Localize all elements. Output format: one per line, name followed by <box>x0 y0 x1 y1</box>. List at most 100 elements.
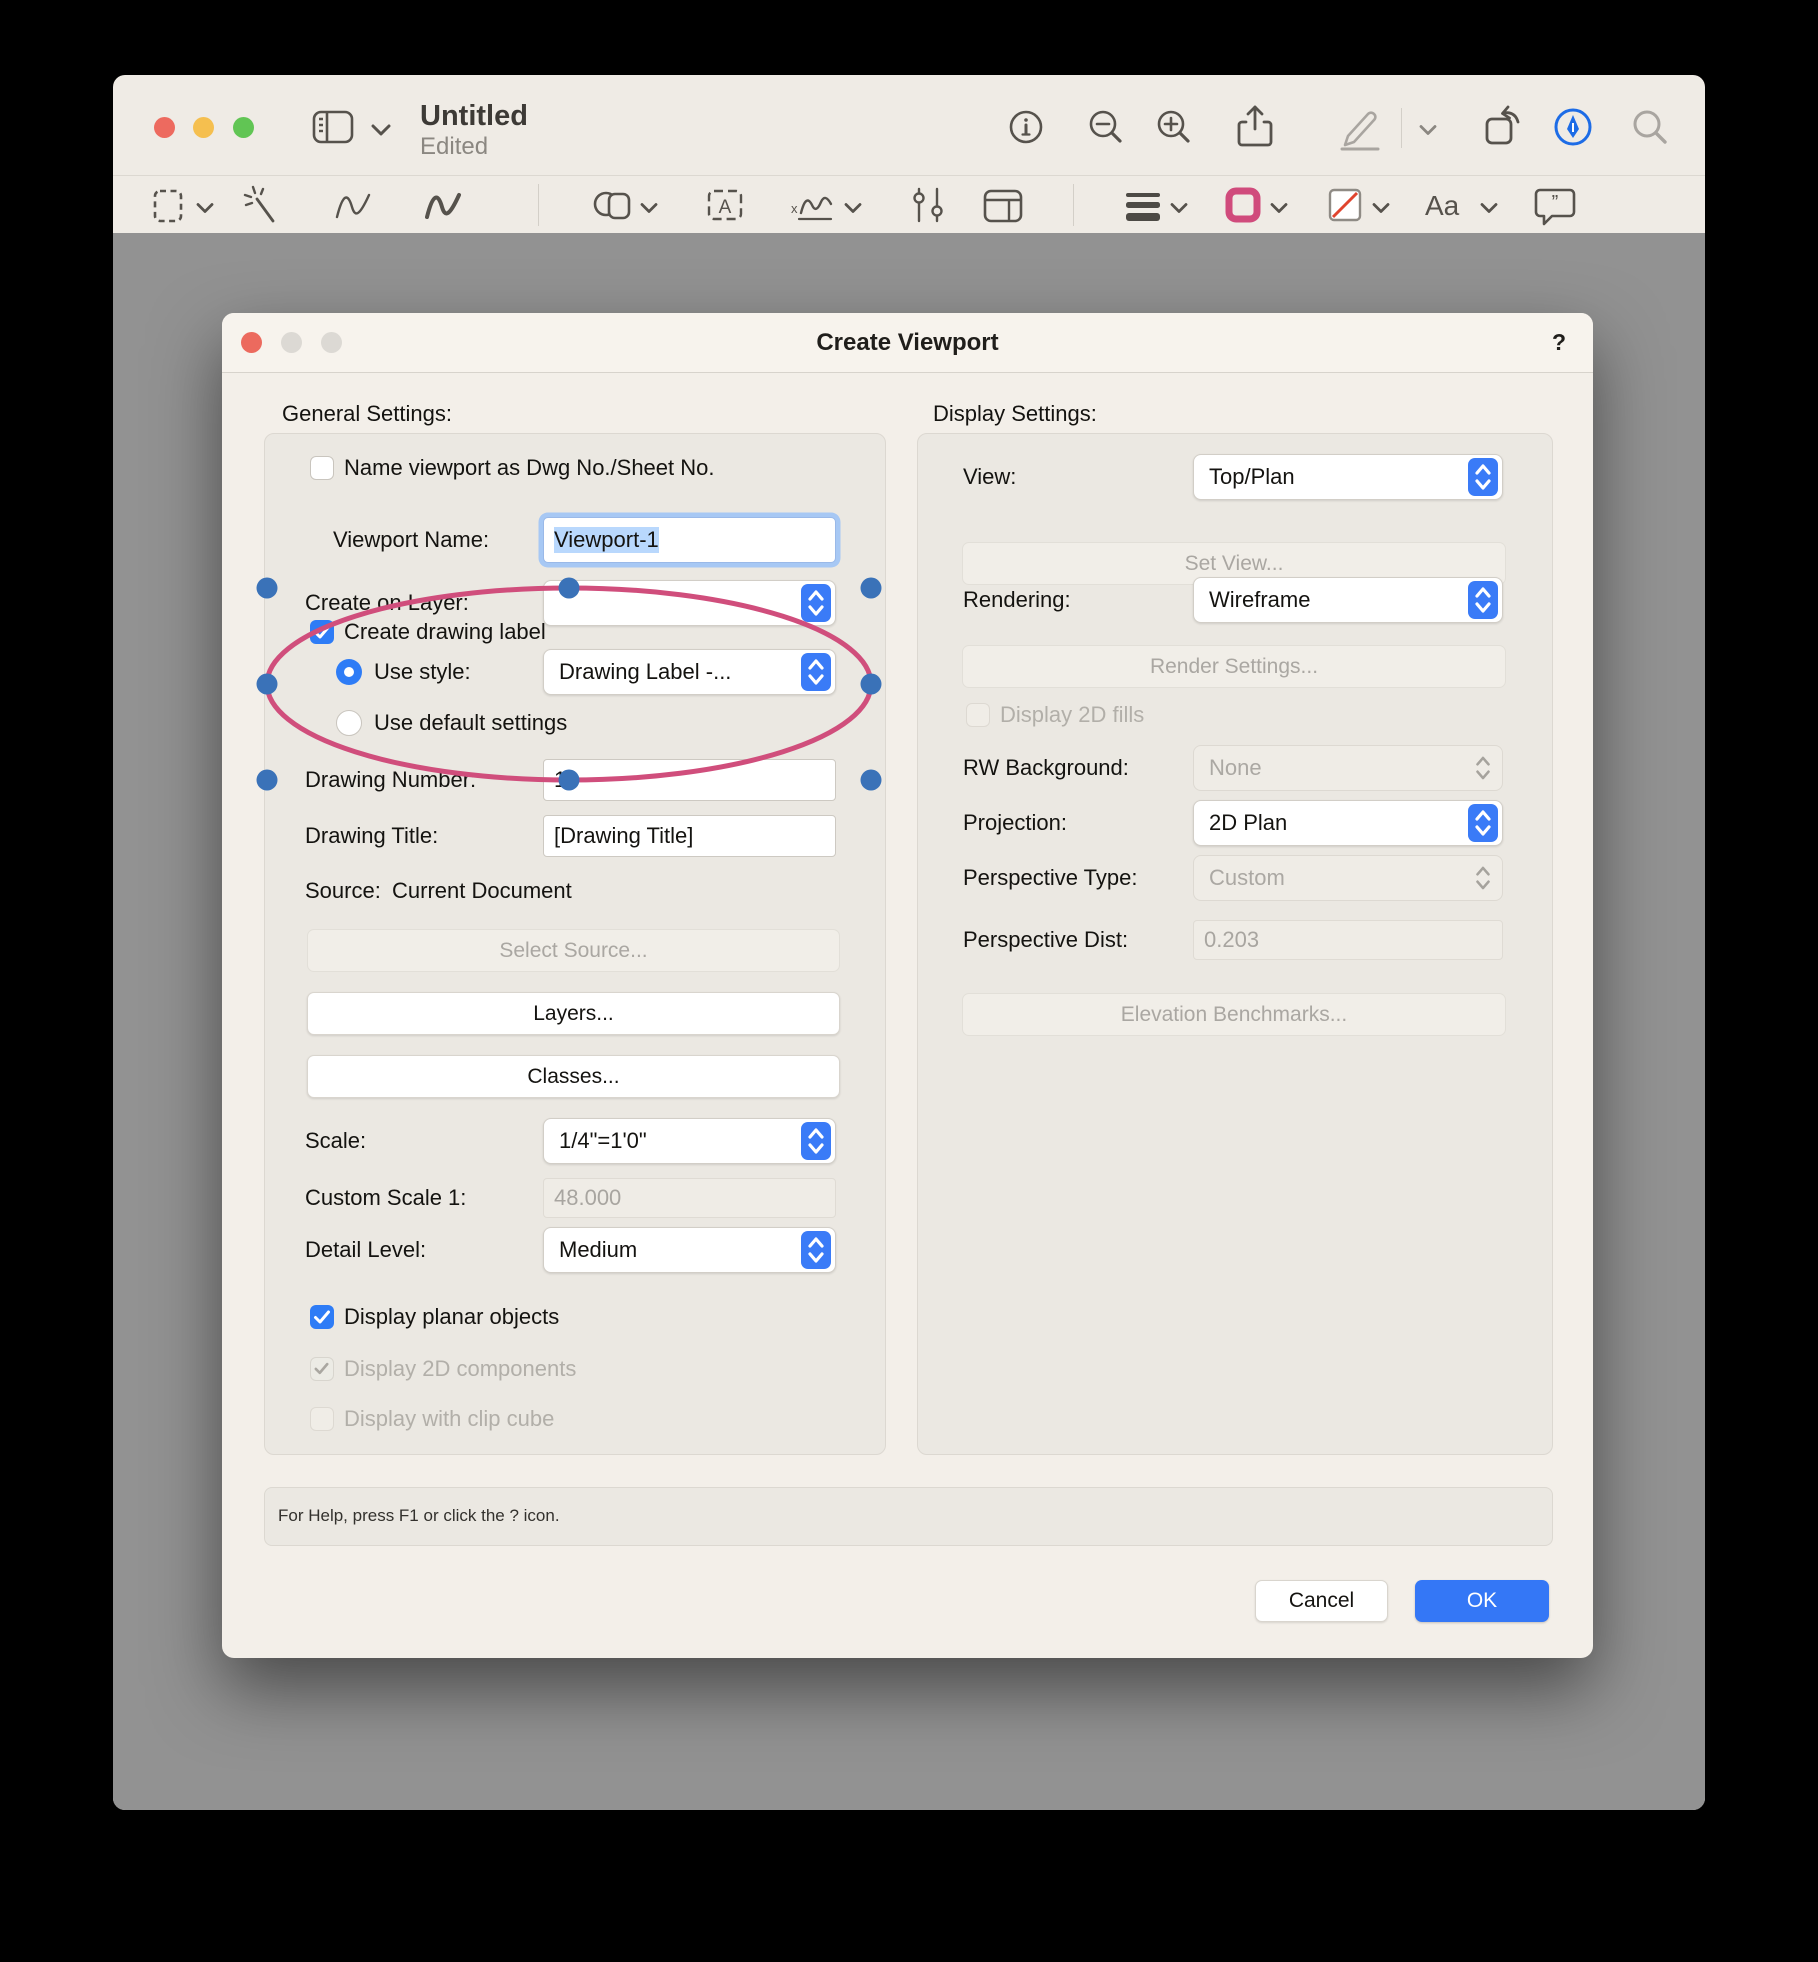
zoom-out-icon[interactable] <box>1084 105 1128 149</box>
view-popup[interactable]: Top/Plan <box>1193 454 1503 500</box>
line-weight-icon[interactable] <box>1120 183 1166 227</box>
dialog-titlebar: Create Viewport ? <box>222 313 1593 373</box>
shapes-icon[interactable] <box>589 183 637 227</box>
chevron-down-icon[interactable] <box>639 202 659 215</box>
viewport-name-input[interactable]: Viewport-1 <box>543 517 836 563</box>
toolbar-divider <box>1401 108 1402 148</box>
popup-value: 1/4"=1'0" <box>559 1128 647 1153</box>
use-style-label: Use style: <box>374 659 471 684</box>
maximize-button[interactable] <box>233 117 254 138</box>
display-planar-label: Display planar objects <box>344 1304 560 1329</box>
signature-icon[interactable]: x <box>785 183 841 227</box>
note-icon[interactable]: ” <box>1532 182 1578 228</box>
popup-value: Drawing Label -... <box>559 659 732 684</box>
popup-value: None <box>1209 755 1262 780</box>
search-icon[interactable] <box>1628 105 1672 149</box>
perspective-type-popup: Custom <box>1193 855 1503 901</box>
general-settings-header: General Settings: <box>282 401 452 426</box>
smart-lasso-icon[interactable] <box>241 183 285 227</box>
window-subtitle: Edited <box>420 133 489 160</box>
display-planar-checkbox[interactable] <box>310 1305 334 1329</box>
chevron-down-icon[interactable] <box>1269 202 1289 215</box>
detail-level-popup[interactable]: Medium <box>543 1227 836 1273</box>
markup-pen-icon[interactable] <box>1549 103 1597 151</box>
display-clip-cube-label: Display with clip cube <box>344 1406 555 1431</box>
chevron-down-icon[interactable] <box>1479 202 1499 215</box>
custom-scale-label: Custom Scale 1: <box>305 1185 467 1210</box>
render-settings-button[interactable]: Render Settings... <box>962 645 1506 688</box>
use-style-radio[interactable] <box>336 659 362 685</box>
ok-button[interactable]: OK <box>1415 1580 1549 1622</box>
popup-value: Custom <box>1209 865 1285 890</box>
projection-label: Projection: <box>963 810 1067 835</box>
use-default-radio[interactable] <box>336 710 362 736</box>
minimize-button[interactable] <box>193 117 214 138</box>
chevron-down-icon[interactable] <box>1169 202 1189 215</box>
drawing-title-input[interactable]: [Drawing Title] <box>543 815 836 857</box>
selection-icon[interactable] <box>149 183 189 227</box>
display-settings-header: Display Settings: <box>933 401 1097 426</box>
classes-button[interactable]: Classes... <box>307 1055 840 1098</box>
svg-text:”: ” <box>1552 192 1559 214</box>
dialog-help-button[interactable]: ? <box>1552 329 1566 356</box>
create-drawing-label-checkbox[interactable] <box>310 620 334 644</box>
window-titlebar: Untitled Edited <box>113 75 1705 175</box>
sketch-icon[interactable] <box>329 183 377 227</box>
source-value: Current Document <box>392 878 572 903</box>
highlighter-pencil-icon[interactable] <box>1334 102 1384 152</box>
zoom-in-icon[interactable] <box>1152 105 1196 149</box>
elevation-benchmarks-button[interactable]: Elevation Benchmarks... <box>962 993 1506 1036</box>
popup-value: Top/Plan <box>1209 464 1295 489</box>
rotate-left-icon[interactable] <box>1479 103 1527 151</box>
svg-text:A: A <box>719 197 732 218</box>
text-style-icon[interactable]: Aa <box>1421 183 1477 227</box>
display-2d-fills-label: Display 2D fills <box>1000 702 1145 727</box>
display-clip-cube-checkbox <box>310 1407 334 1431</box>
fill-color-icon[interactable] <box>1323 183 1367 227</box>
detail-level-label: Detail Level: <box>305 1237 427 1262</box>
projection-popup[interactable]: 2D Plan <box>1193 800 1503 846</box>
stepper-icon <box>801 1231 831 1269</box>
display-2d-components-label: Display 2D components <box>344 1356 577 1381</box>
popup-value: Wireframe <box>1209 587 1311 612</box>
field-value: [Drawing Title] <box>554 823 694 848</box>
name-as-dwg-checkbox[interactable] <box>310 456 334 480</box>
rw-background-popup: None <box>1193 745 1503 791</box>
chevron-down-icon[interactable] <box>195 202 215 215</box>
use-default-label: Use default settings <box>374 710 568 735</box>
svg-text:x: x <box>791 201 798 216</box>
stepper-icon <box>1468 804 1498 842</box>
adjust-sliders-icon[interactable] <box>906 183 950 227</box>
viewport-name-label: Viewport Name: <box>333 527 490 552</box>
chevron-down-icon[interactable] <box>1418 124 1438 137</box>
layers-button[interactable]: Layers... <box>307 992 840 1035</box>
draw-icon[interactable] <box>419 183 467 227</box>
chevron-down-icon[interactable] <box>843 202 863 215</box>
chevron-down-icon[interactable] <box>1371 202 1391 215</box>
border-color-icon[interactable] <box>1221 183 1265 227</box>
chevron-down-icon[interactable] <box>370 123 392 137</box>
perspective-dist-input: 0.203 <box>1193 920 1503 960</box>
select-source-button[interactable]: Select Source... <box>307 929 840 972</box>
info-icon[interactable] <box>1004 105 1048 149</box>
perspective-type-label: Perspective Type: <box>963 865 1138 890</box>
drawing-number-input[interactable]: 1 <box>543 759 836 801</box>
close-button[interactable] <box>154 117 175 138</box>
text-box-icon[interactable]: A <box>703 183 747 227</box>
stepper-icon <box>801 653 831 691</box>
stepper-icon <box>1468 458 1498 496</box>
stepper-icon <box>1468 749 1498 787</box>
use-style-popup[interactable]: Drawing Label -... <box>543 649 836 695</box>
rendering-popup[interactable]: Wireframe <box>1193 577 1503 623</box>
toolbar-divider <box>538 184 539 226</box>
display-2d-components-checkbox <box>310 1357 334 1381</box>
sidebar-toggle-icon[interactable] <box>310 108 356 146</box>
layout-frame-icon[interactable] <box>980 183 1026 227</box>
cancel-button[interactable]: Cancel <box>1255 1580 1388 1622</box>
stepper-icon <box>1468 859 1498 897</box>
name-as-dwg-label: Name viewport as Dwg No./Sheet No. <box>344 455 715 480</box>
create-on-layer-popup[interactable] <box>543 580 836 626</box>
share-icon[interactable] <box>1233 103 1277 151</box>
scale-popup[interactable]: 1/4"=1'0" <box>543 1118 836 1164</box>
field-value: 0.203 <box>1204 927 1260 952</box>
